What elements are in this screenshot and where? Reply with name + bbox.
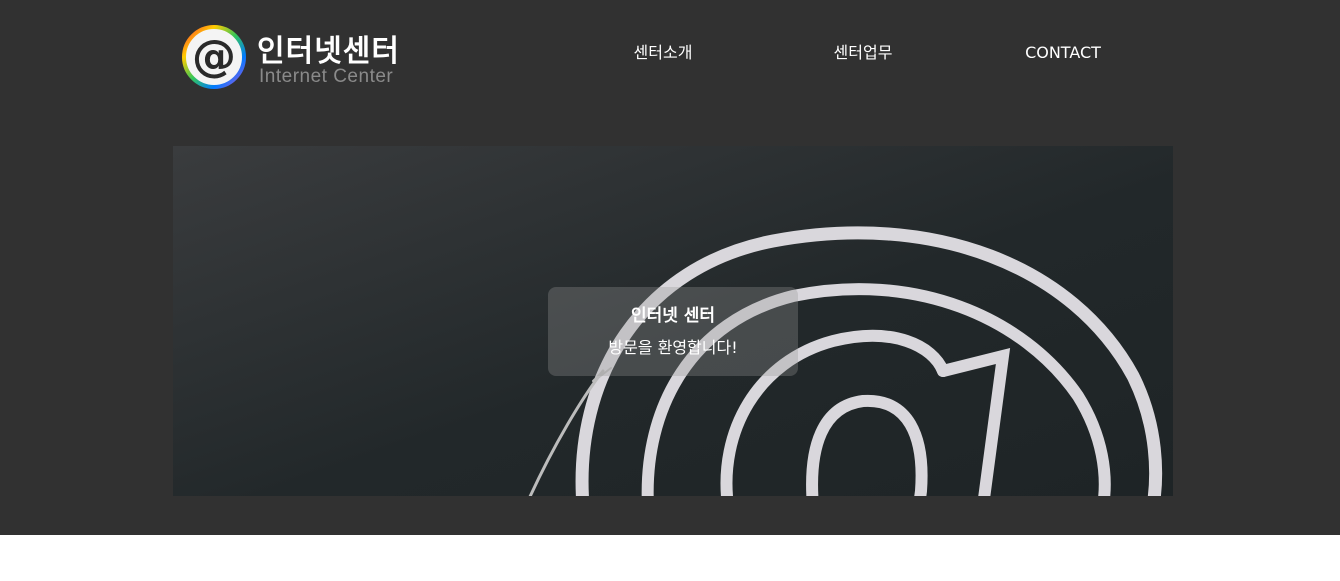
welcome-subtitle: 방문을 환영합니다! xyxy=(608,338,738,357)
nav-item-about[interactable]: 센터소개 xyxy=(563,40,763,66)
logo-title: 인터넷센터 xyxy=(257,34,400,69)
welcome-title: 인터넷 센터 xyxy=(630,306,716,326)
logo-subtitle: Internet Center xyxy=(259,66,394,87)
site-header: @ 인터넷센터 Internet Center 센터소개 센터업무 CONTAC… xyxy=(0,0,1340,105)
nav-item-contact[interactable]: CONTACT xyxy=(963,40,1163,66)
svg-text:@: @ xyxy=(192,31,236,82)
site-wrapper: @ 인터넷센터 Internet Center 센터소개 센터업무 CONTAC… xyxy=(0,0,1340,535)
nav-item-services[interactable]: 센터업무 xyxy=(763,40,963,66)
logo-link[interactable]: @ 인터넷센터 Internet Center xyxy=(181,22,411,92)
welcome-box: 인터넷 센터 방문을 환영합니다! xyxy=(548,287,798,376)
at-sign-icon: @ xyxy=(182,25,246,89)
